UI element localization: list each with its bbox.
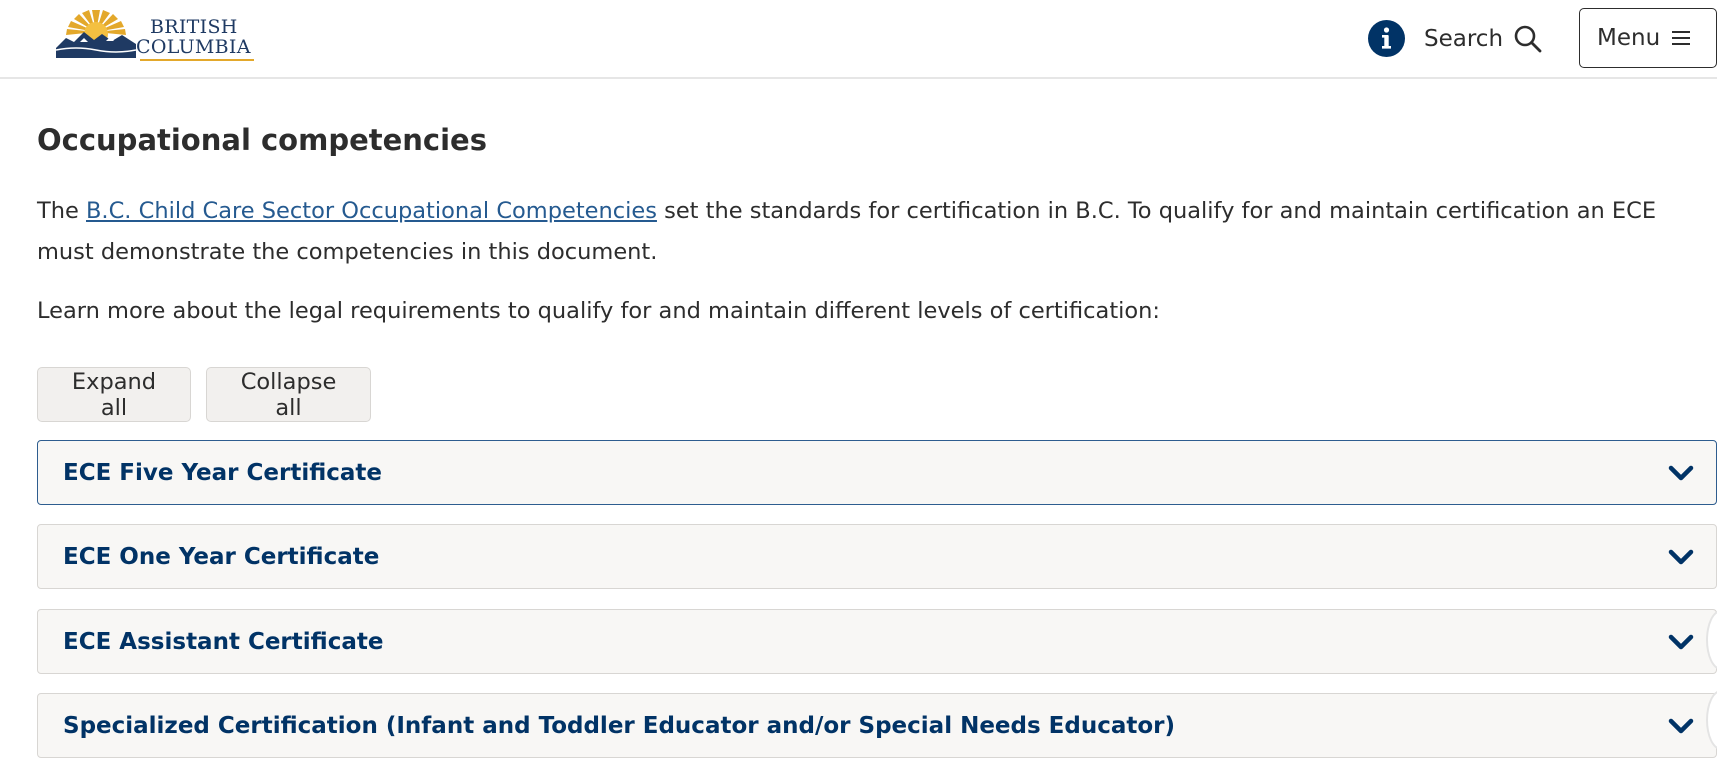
info-button[interactable] [1368, 20, 1405, 57]
logo-line-1: BRITISH [150, 16, 238, 38]
logo-underline [140, 59, 254, 61]
accordion-title: Specialized Certification (Infant and To… [63, 712, 1176, 739]
collapse-all-button[interactable]: Collapse all [206, 367, 371, 422]
menu-button[interactable]: Menu [1579, 8, 1717, 68]
logo-line-2: COLUMBIA [136, 36, 251, 58]
chevron-down-icon [1668, 465, 1694, 480]
page-title: Occupational competencies [37, 123, 487, 157]
search-button[interactable]: Search [1424, 18, 1543, 60]
search-icon [1514, 25, 1542, 53]
chevron-down-icon [1668, 718, 1694, 733]
chevron-down-icon [1668, 549, 1694, 564]
chevron-down-icon [1668, 634, 1694, 649]
accordion-specialized-certification[interactable]: Specialized Certification (Infant and To… [37, 693, 1717, 758]
bc-gov-logo[interactable]: BRITISH COLUMBIA [56, 8, 256, 64]
learn-more-paragraph: Learn more about the legal requirements … [37, 298, 1161, 324]
accordion-title: ECE One Year Certificate [63, 543, 380, 570]
intro-paragraph: The B.C. Child Care Sector Occupational … [37, 191, 1717, 273]
menu-label: Menu [1597, 25, 1661, 51]
expand-all-button[interactable]: Expand all [37, 367, 191, 422]
accordion-ece-five-year[interactable]: ECE Five Year Certificate [37, 440, 1717, 505]
accordion-title: ECE Five Year Certificate [63, 459, 383, 486]
accordion-title: ECE Assistant Certificate [63, 628, 384, 655]
accordion-ece-one-year[interactable]: ECE One Year Certificate [37, 524, 1717, 589]
logo-wordmark: BRITISH COLUMBIA [136, 17, 251, 57]
competencies-link[interactable]: B.C. Child Care Sector Occupational Comp… [86, 198, 657, 224]
hamburger-icon [1672, 31, 1691, 45]
accordion-ece-assistant[interactable]: ECE Assistant Certificate [37, 609, 1717, 674]
bc-logo-mark [56, 10, 136, 58]
intro-text-before: The [37, 198, 86, 224]
site-header: BRITISH COLUMBIA Search Menu [0, 0, 1717, 79]
info-icon [1382, 27, 1391, 49]
search-label: Search [1424, 26, 1504, 52]
